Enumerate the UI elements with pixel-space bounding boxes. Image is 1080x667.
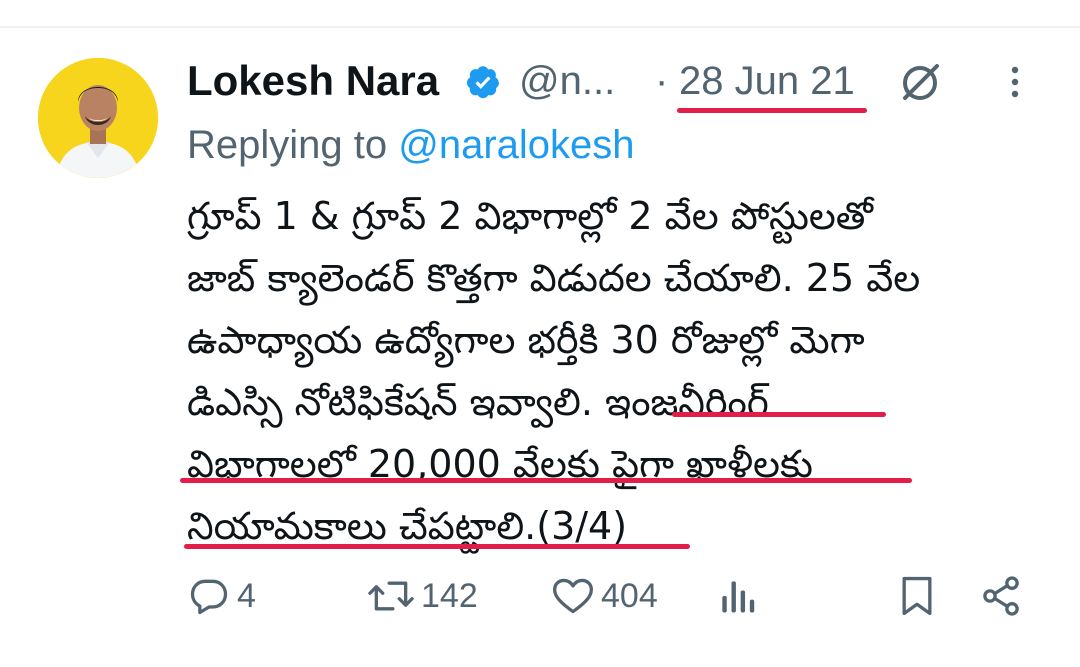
more-vertical-icon[interactable] xyxy=(1003,64,1027,100)
views-icon xyxy=(722,581,755,613)
display-name[interactable]: Lokesh Nara xyxy=(187,56,439,106)
top-divider xyxy=(0,26,1080,28)
annotation-underline-vacancies xyxy=(180,478,912,483)
replying-to: Replying to @naralokesh xyxy=(187,120,635,170)
reply-count: 4 xyxy=(237,576,256,615)
share-icon xyxy=(983,576,1019,616)
annotation-underline-engineering xyxy=(672,412,886,417)
replying-to-label: Replying to xyxy=(187,123,388,167)
tweet-text-line: జాబ్ క్యాలెండర్ కొత్తగా విడుదల చేయాలి. 2… xyxy=(187,256,921,300)
bookmark-button[interactable] xyxy=(897,568,937,624)
retweet-count: 142 xyxy=(421,576,478,615)
tweet-header: Lokesh Nara @n... · 28 Jun 21 xyxy=(187,52,1047,113)
tweet-text-line: డిఎస్సి నోటిఫికేషన్ ఇవ్వాలి. ఇంజనీరింగ్ xyxy=(187,380,769,424)
avatar[interactable] xyxy=(38,58,158,178)
tweet-text: గ్రూప్ 1 & గ్రూప్ 2 విభాగాల్లో 2 వేల పోస… xyxy=(187,185,1047,557)
bookmark-icon xyxy=(902,576,932,616)
timestamp[interactable]: 28 Jun 21 xyxy=(679,56,855,106)
reply-icon xyxy=(190,579,228,615)
tweet-text-line: విభాగాలలో 20,000 వేలకు పైగా ఖాళీలకు xyxy=(187,442,813,486)
annotation-underline-recruitment xyxy=(184,544,690,549)
views-button[interactable] xyxy=(717,568,757,624)
tweet-screenshot: Lokesh Nara @n... · 28 Jun 21 Replying t… xyxy=(0,0,1080,667)
verified-badge-icon xyxy=(466,66,500,99)
tweet-text-line: గ్రూప్ 1 & గ్రూప్ 2 విభాగాల్లో 2 వేల పోస… xyxy=(187,194,873,238)
dot-separator: · xyxy=(655,59,669,103)
heart-icon xyxy=(553,578,593,614)
handle[interactable]: @n... xyxy=(519,56,615,106)
reply-button[interactable]: 4 xyxy=(187,568,256,624)
share-button[interactable] xyxy=(979,568,1023,624)
like-button[interactable]: 404 xyxy=(551,568,658,624)
tweet-text-line: ఉపాధ్యాయ ఉద్యోగాల భర్తీకి 30 రోజుల్లో మె… xyxy=(187,318,865,362)
grok-icon[interactable] xyxy=(899,60,943,104)
reply-to-mention[interactable]: @naralokesh xyxy=(398,123,634,167)
retweet-button[interactable]: 142 xyxy=(367,568,478,624)
like-count: 404 xyxy=(601,576,658,615)
action-bar: 4 142 404 xyxy=(187,568,1047,624)
annotation-underline-date xyxy=(677,108,867,113)
avatar-portrait xyxy=(38,58,158,178)
retweet-icon xyxy=(368,581,414,611)
